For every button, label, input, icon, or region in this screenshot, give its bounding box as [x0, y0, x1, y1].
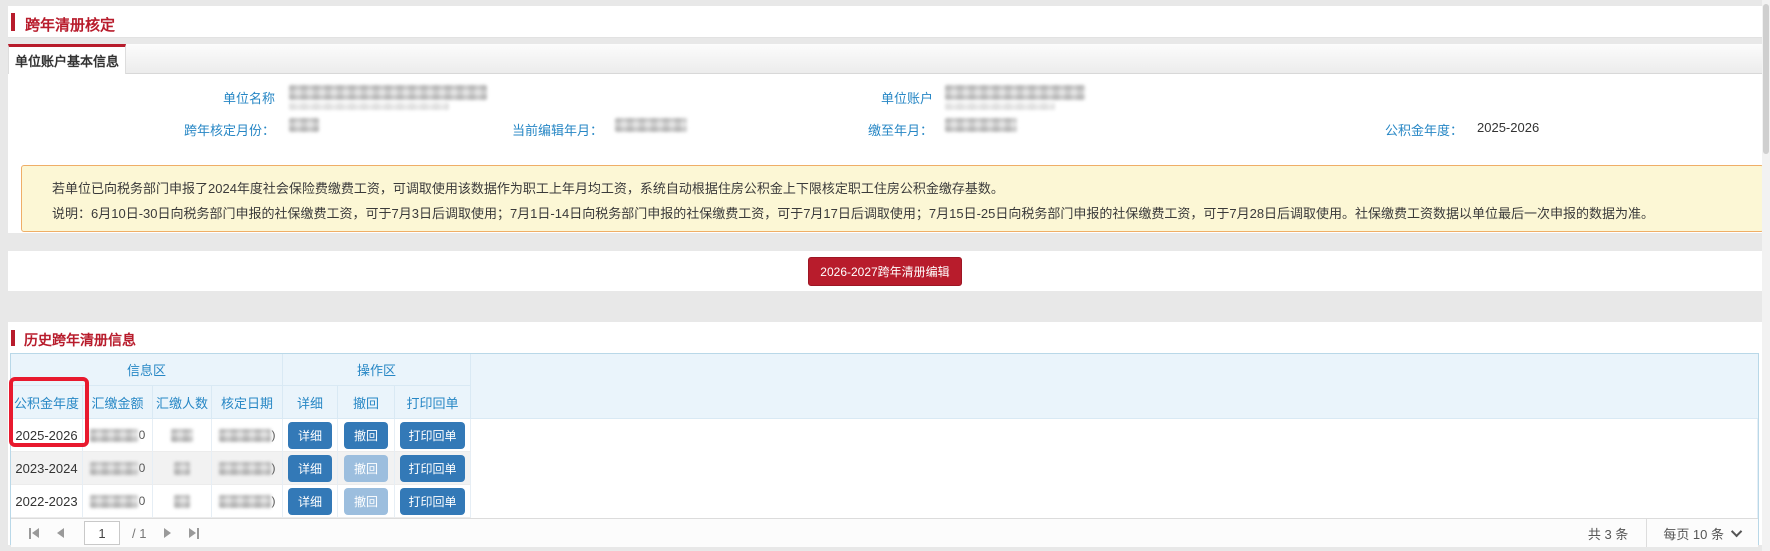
revoke-button-disabled: 撤回	[344, 488, 388, 515]
chevron-down-icon	[1731, 526, 1742, 537]
scrollbar-thumb[interactable]	[1763, 4, 1769, 154]
section-accent-bar	[11, 330, 15, 346]
last-page-icon[interactable]	[189, 528, 199, 539]
cell-amount: 0	[83, 452, 153, 485]
group-header-info: 信息区	[11, 354, 283, 386]
scrollbar-track[interactable]	[1762, 0, 1770, 551]
cell-date: )	[212, 419, 283, 452]
unit-name-label: 单位名称	[158, 88, 275, 107]
print-receipt-button[interactable]: 打印回单	[400, 488, 464, 515]
total-pages-label: / 1	[132, 526, 146, 541]
unit-account-value-redacted-2	[945, 102, 1055, 110]
tab-unit-account-info[interactable]: 单位账户基本信息	[8, 44, 126, 74]
history-table: 信息区 操作区 公积金年度 汇缴金额 汇缴人数 核定日期 详细 撤回 打印回单 …	[10, 353, 1759, 545]
prev-page-icon[interactable]	[57, 528, 64, 538]
group-header-empty	[471, 354, 1758, 386]
page-size-label: 每页 10 条	[1663, 524, 1724, 543]
section-title: 历史跨年清册信息	[24, 330, 136, 350]
cell-count	[153, 419, 212, 452]
cross-year-month-label: 跨年核定月份：	[128, 120, 275, 139]
unit-name-value-redacted	[289, 85, 487, 100]
cell-count	[153, 485, 212, 518]
notice-box: 若单位已向税务部门申报了2024年度社会保险费缴费工资，可调取使用该数据作为职工…	[21, 165, 1764, 232]
table-column-header-row: 公积金年度 汇缴金额 汇缴人数 核定日期 详细 撤回 打印回单	[11, 386, 1758, 419]
cell-amount: 0	[83, 485, 153, 518]
cell-empty	[471, 452, 1758, 485]
cell-print: 打印回单	[395, 452, 471, 485]
unit-account-label: 单位账户	[808, 88, 933, 107]
cross-year-month-value-redacted	[289, 118, 319, 132]
cell-detail: 详细	[283, 485, 338, 518]
col-header-detail: 详细	[283, 386, 338, 418]
col-header-date: 核定日期	[212, 386, 283, 418]
unit-account-value-redacted	[945, 85, 1085, 100]
cell-fund-year: 2025-2026	[11, 419, 83, 452]
unit-name-value-redacted-2	[289, 102, 449, 110]
cell-count	[153, 452, 212, 485]
history-panel: 历史跨年清册信息 信息区 操作区 公积金年度 汇缴金额 汇缴人数 核定日期 详细…	[8, 322, 1762, 545]
tab-strip: 单位账户基本信息	[8, 44, 1762, 74]
table-group-header-row: 信息区 操作区	[11, 354, 1758, 386]
col-header-revoke: 撤回	[338, 386, 395, 418]
cell-date: )	[212, 452, 283, 485]
title-accent-bar	[11, 13, 15, 31]
cell-print: 打印回单	[395, 419, 471, 452]
table-row: 2023-2024 0 ) 详细 撤回 打印回单	[11, 452, 1758, 485]
paid-until-label: 缴至年月：	[798, 120, 933, 139]
detail-button[interactable]: 详细	[288, 488, 332, 515]
cell-fund-year: 2022-2023	[11, 485, 83, 518]
notice-line-1: 若单位已向税务部门申报了2024年度社会保险费缴费工资，可调取使用该数据作为职工…	[52, 178, 1004, 197]
cell-revoke: 撤回	[338, 419, 395, 452]
col-header-empty	[471, 386, 1758, 418]
col-header-amount: 汇缴金额	[83, 386, 153, 418]
cell-amount: 0	[83, 419, 153, 452]
fund-year-label: 公积金年度：	[1328, 120, 1463, 139]
pagination-right: 共 3 条 每页 10 条	[1570, 519, 1758, 547]
revoke-button[interactable]: 撤回	[344, 422, 388, 449]
fund-year-value: 2025-2026	[1477, 120, 1539, 135]
col-header-print: 打印回单	[395, 386, 471, 418]
paid-until-value-redacted	[945, 118, 1017, 132]
cell-revoke: 撤回	[338, 452, 395, 485]
cell-empty	[471, 419, 1758, 452]
cell-revoke: 撤回	[338, 485, 395, 518]
cell-detail: 详细	[283, 452, 338, 485]
cell-fund-year: 2023-2024	[11, 452, 83, 485]
detail-button[interactable]: 详细	[288, 422, 332, 449]
table-row: 2022-2023 0 ) 详细 撤回 打印回单	[11, 485, 1758, 518]
revoke-button-disabled: 撤回	[344, 455, 388, 482]
total-records-label: 共 3 条	[1570, 519, 1646, 547]
cross-year-edit-button[interactable]: 2026-2027跨年清册编辑	[808, 257, 961, 286]
page-number-input[interactable]	[84, 521, 120, 545]
current-edit-month-value-redacted	[615, 118, 687, 132]
cell-empty	[471, 485, 1758, 518]
next-page-icon[interactable]	[164, 528, 171, 538]
cell-detail: 详细	[283, 419, 338, 452]
group-header-ops: 操作区	[283, 354, 471, 386]
table-row: 2025-2026 0 ) 详细 撤回 打印回单	[11, 419, 1758, 452]
action-bar: 2026-2027跨年清册编辑	[8, 251, 1762, 291]
detail-button[interactable]: 详细	[288, 455, 332, 482]
pagination-bar: / 1 共 3 条 每页 10 条	[11, 518, 1758, 547]
unit-info-panel: 单位账户基本信息 单位名称 单位账户 跨年核定月份： 当前编辑年月： 缴至年月：…	[8, 44, 1762, 233]
first-page-icon[interactable]	[29, 528, 39, 539]
print-receipt-button[interactable]: 打印回单	[400, 455, 464, 482]
page-header: 跨年清册核定	[8, 6, 1762, 38]
cell-date: )	[212, 485, 283, 518]
page-title: 跨年清册核定	[25, 14, 115, 35]
current-edit-month-label: 当前编辑年月：	[458, 120, 603, 139]
col-header-fund-year: 公积金年度	[11, 386, 83, 418]
cell-print: 打印回单	[395, 485, 471, 518]
print-receipt-button[interactable]: 打印回单	[400, 422, 464, 449]
col-header-count: 汇缴人数	[153, 386, 212, 418]
notice-line-2: 说明：6月10日-30日向税务部门申报的社保缴费工资，可于7月3日后调取使用；7…	[52, 203, 1654, 222]
page-size-select[interactable]: 每页 10 条	[1646, 519, 1758, 547]
